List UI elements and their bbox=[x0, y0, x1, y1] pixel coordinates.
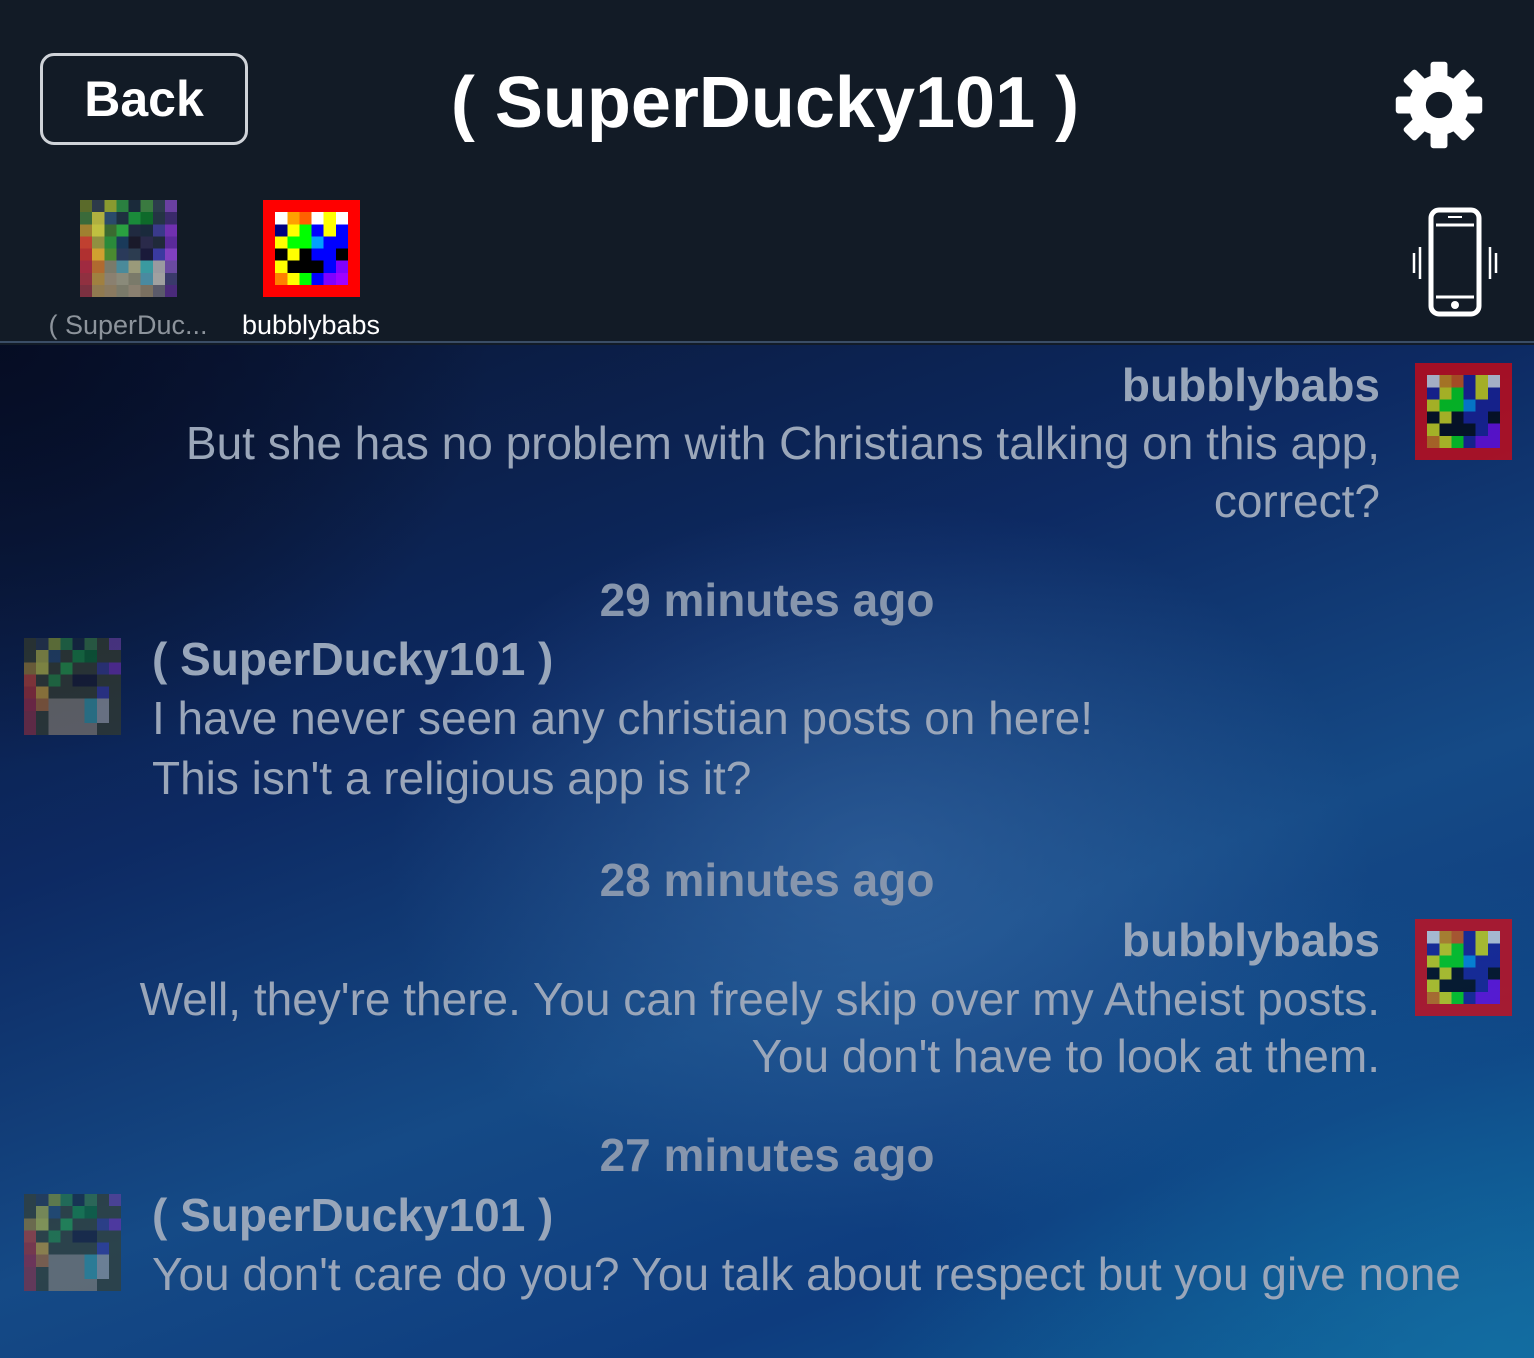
message-text: You don't care do you? You talk about re… bbox=[152, 1248, 1461, 1300]
sender-name: ( SuperDucky101 ) bbox=[152, 633, 554, 685]
bubblybabs-avatar bbox=[1415, 919, 1512, 1016]
message-timestamp: 27 minutes ago bbox=[599, 1129, 935, 1181]
message-text: But she has no problem with Christians t… bbox=[185, 417, 1380, 469]
top-bar: Back ( SuperDucky101 ) (SuperDuc... bub… bbox=[0, 0, 1534, 343]
page-title: ( SuperDucky101 ) bbox=[450, 63, 1080, 143]
sender-name: ( SuperDucky101 ) bbox=[152, 1189, 554, 1241]
message-text: This isn't a religious app is it? bbox=[152, 752, 752, 804]
participant-bubblybabs[interactable]: bubblybabs bbox=[216, 200, 406, 341]
back-button[interactable]: Back bbox=[40, 53, 248, 145]
bubblybabs-avatar bbox=[1415, 363, 1512, 460]
sender-name: bubblybabs bbox=[1121, 359, 1380, 411]
message-timestamp: 28 minutes ago bbox=[599, 854, 935, 906]
participant-label: bubblybabs bbox=[241, 310, 381, 340]
message-text: Well, they're there. You can freely skip… bbox=[139, 973, 1380, 1025]
chat-screen: Back ( SuperDucky101 ) (SuperDuc... bub… bbox=[0, 0, 1534, 1358]
gear-icon[interactable] bbox=[1392, 58, 1486, 152]
message-text: I have never seen any christian posts on… bbox=[152, 692, 1094, 744]
phone-vibrate-icon[interactable] bbox=[1406, 207, 1504, 319]
superducky-avatar bbox=[24, 1194, 121, 1291]
message-timestamp: 29 minutes ago bbox=[599, 574, 935, 626]
superducky-avatar bbox=[24, 638, 121, 735]
bubblybabs-avatar bbox=[262, 200, 360, 297]
participant-label: ( SuperDuc... bbox=[48, 310, 208, 340]
message-text: correct? bbox=[1213, 475, 1380, 527]
sender-name: bubblybabs bbox=[1121, 914, 1380, 966]
message-text: You don't have to look at them. bbox=[751, 1030, 1380, 1082]
superducky-avatar bbox=[79, 200, 177, 297]
participant-superducky[interactable]: ( SuperDuc... bbox=[33, 200, 223, 341]
chat-area[interactable]: bubblybabs But she has no problem with C… bbox=[0, 345, 1534, 1358]
